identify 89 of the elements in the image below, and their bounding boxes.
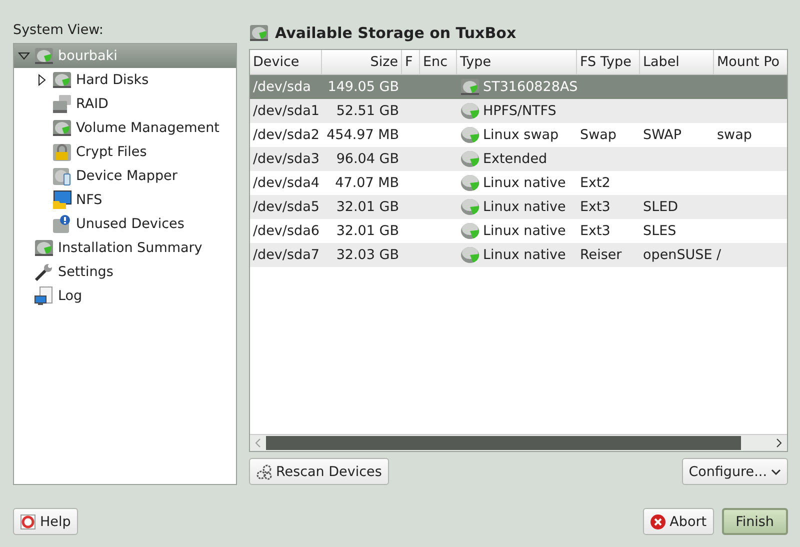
column-header[interactable]: FS Type: [577, 50, 640, 74]
table-cell: Extended: [483, 150, 548, 167]
table-cell: openSUSE /: [643, 246, 722, 263]
table-cell: SLED: [643, 198, 678, 215]
scrollbar-thumb[interactable]: [266, 436, 741, 450]
table-row[interactable]: /dev/sda2 454.97 MB Linux swap Swap SWAP swap: [250, 122, 787, 147]
tree-item[interactable]: Hard Disks: [14, 68, 236, 92]
collapsed-triangle-icon[interactable]: [36, 74, 48, 86]
table-cell: /dev/sda7: [253, 246, 320, 263]
table-cell: Linux native: [483, 246, 566, 263]
gears-icon: [256, 464, 272, 480]
tree-item[interactable]: Unused Devices: [14, 212, 236, 236]
table-cell: Swap: [580, 126, 616, 143]
table-row[interactable]: /dev/sda 149.05 GB ST3160828AS: [250, 74, 787, 99]
table-row[interactable]: /dev/sda3 96.04 GB Extended: [250, 146, 787, 171]
log-document-icon: [34, 286, 54, 306]
table-cell: 32.01 GB: [336, 222, 399, 239]
tree-item[interactable]: Crypt Files: [14, 140, 236, 164]
tree-item[interactable]: Volume Management: [14, 116, 236, 140]
table-row[interactable]: /dev/sda4 47.07 MB Linux native Ext2: [250, 170, 787, 195]
table-cell: 454.97 MB: [326, 126, 399, 143]
table-cell: Ext3: [580, 222, 610, 239]
system-view-label: System View:: [13, 21, 104, 40]
column-header[interactable]: Label: [640, 50, 714, 74]
table-cell: SLES: [643, 222, 676, 239]
table-row[interactable]: /dev/sda7 32.03 GB Linux native Reiser openSUSE /: [250, 242, 787, 267]
disk-stack-icon: [52, 94, 72, 114]
configure-dropdown-button[interactable]: Configure...: [682, 458, 788, 485]
table-cell: /dev/sda5: [253, 198, 320, 215]
partition-icon: [460, 172, 480, 193]
table-row[interactable]: /dev/sda6 32.01 GB Linux native Ext3 SLES: [250, 218, 787, 243]
column-header[interactable]: Size: [322, 50, 402, 74]
table-cell: Linux native: [483, 198, 566, 215]
table-cell: /dev/sda4: [253, 174, 320, 191]
abort-button[interactable]: Abort: [642, 508, 714, 535]
table-cell: 96.04 GB: [336, 150, 399, 167]
rescan-devices-button[interactable]: Rescan Devices: [249, 458, 389, 485]
table-cell: Ext2: [580, 174, 610, 191]
column-header[interactable]: F: [402, 50, 420, 74]
tree-item[interactable]: NFS: [14, 188, 236, 212]
lifebuoy-icon: [20, 514, 36, 530]
table-row[interactable]: /dev/sda5 32.01 GB Linux native Ext3 SLED: [250, 194, 787, 219]
table-cell: Linux native: [483, 174, 566, 191]
wrench-icon: [34, 262, 54, 282]
padlock-icon: [52, 142, 72, 162]
partition-icon: [460, 148, 480, 169]
column-header[interactable]: Enc: [420, 50, 457, 74]
page-title: Available Storage on TuxBox: [275, 24, 516, 42]
table-cell: 52.51 GB: [336, 102, 399, 119]
table-cell: 149.05 GB: [328, 78, 399, 95]
tree-item[interactable]: Installation Summary: [14, 236, 236, 260]
table-cell: swap: [717, 126, 752, 143]
scroll-right-icon[interactable]: [775, 438, 783, 448]
partition-icon: [460, 100, 480, 121]
table-cell: ST3160828AS: [483, 78, 578, 95]
table-cell: 32.03 GB: [336, 246, 399, 263]
table-cell: Ext3: [580, 198, 610, 215]
chevron-down-icon: [771, 468, 781, 474]
table-cell: SWAP: [643, 126, 682, 143]
expanded-triangle-icon[interactable]: [18, 50, 30, 62]
help-button[interactable]: Help: [13, 508, 78, 535]
table-cell: Reiser: [580, 246, 622, 263]
table-cell: /dev/sda3: [253, 150, 320, 167]
table-cell: HPFS/NTFS: [483, 102, 556, 119]
network-folder-icon: [52, 190, 72, 210]
column-header[interactable]: Type: [457, 50, 577, 74]
table-cell: 32.01 GB: [336, 198, 399, 215]
table-cell: /dev/sda6: [253, 222, 320, 239]
table-cell: /dev/sda1: [253, 102, 320, 119]
finish-button[interactable]: Finish: [722, 508, 788, 535]
tree-item[interactable]: RAID: [14, 92, 236, 116]
table-cell: 47.07 MB: [335, 174, 399, 191]
table-row[interactable]: /dev/sda1 52.51 GB HPFS/NTFS: [250, 98, 787, 123]
partition-icon: [460, 220, 480, 241]
stop-x-icon: [650, 514, 666, 530]
tree-item[interactable]: Log: [14, 284, 236, 308]
tree-item[interactable]: Device Mapper: [14, 164, 236, 188]
table-cell: Linux swap: [483, 126, 559, 143]
partition-icon: [460, 124, 480, 145]
partition-icon: [460, 244, 480, 265]
horizontal-scrollbar[interactable]: [250, 434, 787, 451]
partition-icon: [460, 196, 480, 217]
column-header[interactable]: Device: [250, 50, 322, 74]
column-header[interactable]: Mount Po: [714, 50, 787, 74]
disk-device-icon: [52, 166, 72, 186]
table-cell: /dev/sda: [253, 78, 311, 95]
table-cell: Linux native: [483, 222, 566, 239]
tree-item[interactable]: Settings: [14, 260, 236, 284]
table-cell: /dev/sda2: [253, 126, 320, 143]
